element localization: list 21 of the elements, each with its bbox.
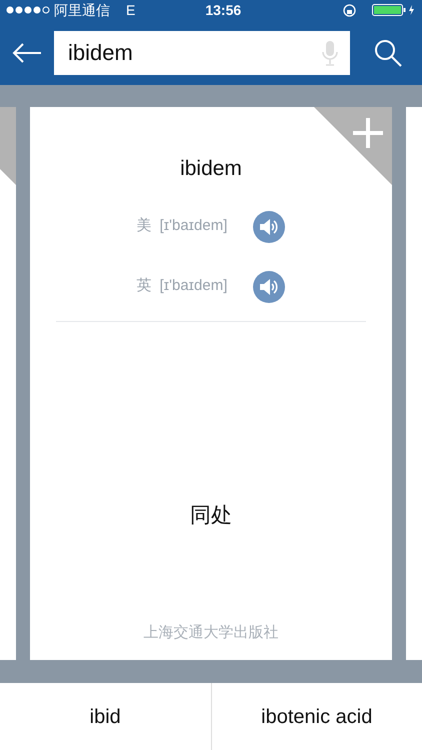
phonetic-text: [ɪ'baɪdem]: [160, 276, 228, 296]
network-type: E: [126, 0, 136, 20]
clock-time: 13:56: [205, 0, 242, 20]
rotation-lock-icon: [343, 4, 356, 16]
region-label: 美: [136, 216, 152, 236]
speaker-icon: [259, 218, 280, 236]
speaker-button[interactable]: [253, 270, 286, 302]
battery-icon: [372, 4, 416, 16]
search-icon[interactable]: [374, 38, 402, 66]
publisher-name: 上海交通大学出版社: [144, 622, 278, 642]
speaker-button[interactable]: [253, 210, 286, 242]
search-input[interactable]: ibidem: [66, 35, 322, 70]
phonetic-text: [ɪ'baɪdem]: [160, 216, 228, 236]
headword: ibidem: [180, 156, 242, 182]
add-icon[interactable]: [352, 117, 384, 149]
region-label: 英: [136, 276, 152, 296]
search-field[interactable]: ibidem: [54, 30, 350, 74]
carrier-name: 阿里通信: [54, 0, 110, 20]
speaker-icon: [259, 278, 280, 296]
back-arrow-icon[interactable]: [12, 42, 42, 62]
definition: 同处: [190, 502, 232, 528]
